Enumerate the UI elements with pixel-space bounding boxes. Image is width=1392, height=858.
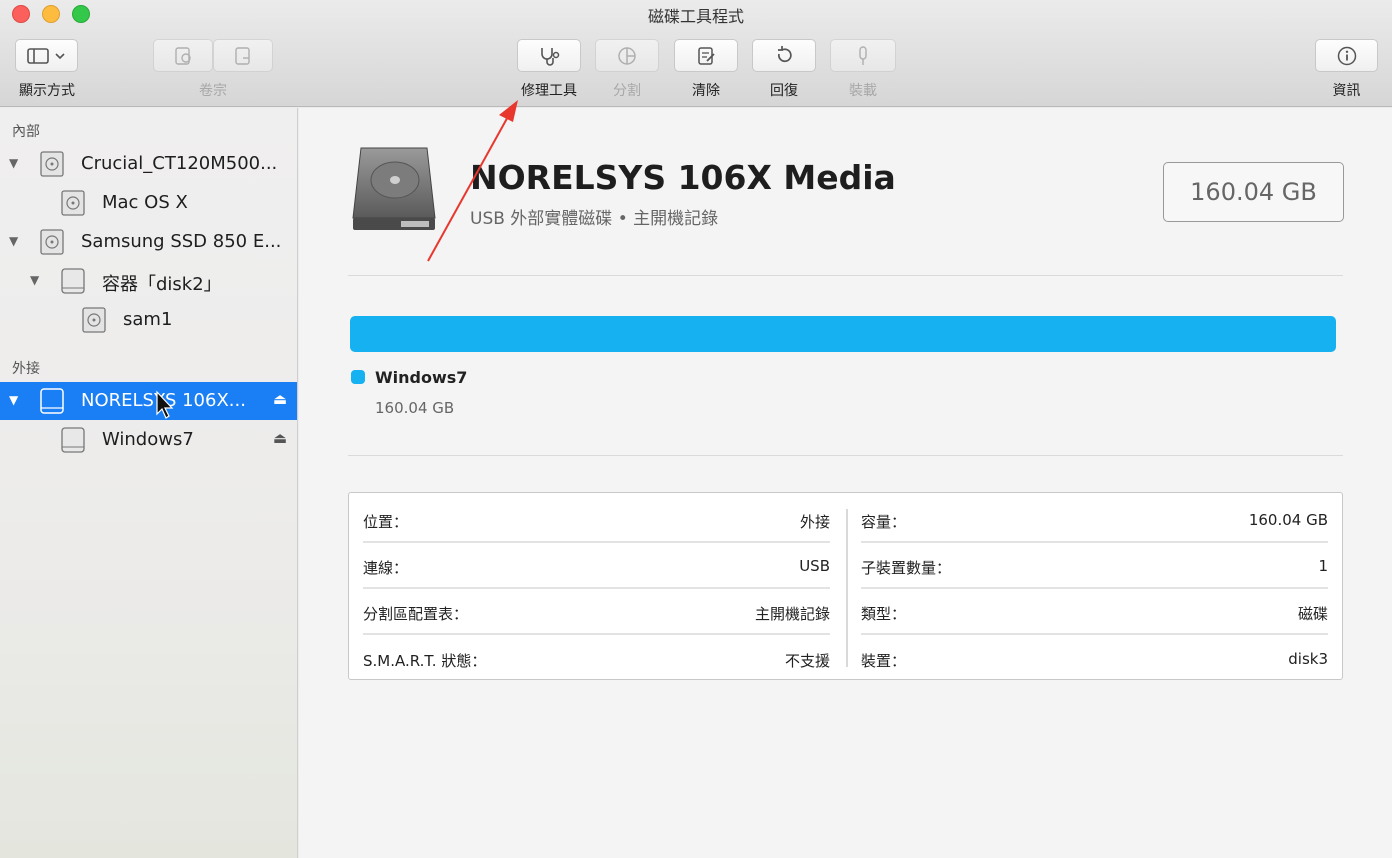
drive-subtitle: USB 外部實體磁碟 • 主開機記錄 xyxy=(470,209,719,229)
erase-icon xyxy=(698,46,715,65)
sidebar-item-label: Crucial_CT120M500... xyxy=(81,153,278,174)
sidebar: 內部 ▼ Crucial_CT120M500... Mac OS X ▼ Sam… xyxy=(0,108,298,858)
internal-disk-icon xyxy=(40,229,64,255)
volume-label: 卷宗 xyxy=(199,83,227,99)
hard-drive-icon xyxy=(352,147,436,230)
info-row-location: 位置： 外接 xyxy=(363,497,830,543)
disclosure-triangle-icon[interactable]: ▼ xyxy=(9,234,18,248)
legend-volume-size: 160.04 GB xyxy=(375,399,455,417)
legend-swatch xyxy=(351,370,365,384)
first-aid-label: 修理工具 xyxy=(521,83,577,99)
divider xyxy=(348,275,1343,276)
info-key: 位置： xyxy=(363,513,409,531)
partition-button[interactable] xyxy=(595,39,659,72)
info-table: 位置： 外接 連線： USB 分割區配置表： 主開機記錄 S.M.A.R.T. … xyxy=(348,492,1343,680)
disclosure-triangle-icon[interactable]: ▼ xyxy=(9,156,18,170)
sidebar-item-label: Mac OS X xyxy=(102,192,188,213)
window-title: 磁碟工具程式 xyxy=(647,7,744,26)
info-key: 類型： xyxy=(861,605,907,623)
info-table-divider xyxy=(846,509,848,667)
info-label: 資訊 xyxy=(1332,83,1361,99)
info-row-capacity: 容量： 160.04 GB xyxy=(861,497,1328,543)
restore-label: 回復 xyxy=(770,83,798,99)
detail-pane: NORELSYS 106X Media USB 外部實體磁碟 • 主開機記錄 1… xyxy=(299,108,1392,858)
volume-icon xyxy=(61,190,85,216)
info-value: 160.04 GB xyxy=(1248,511,1328,529)
section-internal: 內部 xyxy=(12,124,40,140)
info-key: 容量： xyxy=(861,513,907,531)
info-key: S.M.A.R.T. 狀態： xyxy=(363,652,487,670)
info-value: disk3 xyxy=(1288,650,1328,668)
info-key: 裝置： xyxy=(861,652,907,670)
view-button[interactable] xyxy=(15,39,78,72)
info-row-partition-map: 分割區配置表： 主開機記錄 xyxy=(363,589,830,635)
sidebar-item-windows7[interactable]: Windows7 ⏏ xyxy=(0,421,297,459)
mount-icon xyxy=(859,45,867,65)
info-value: 主開機記錄 xyxy=(754,605,830,623)
info-value: 外接 xyxy=(799,513,830,531)
eject-icon[interactable]: ⏏ xyxy=(273,390,287,408)
sidebar-item-crucial[interactable]: ▼ Crucial_CT120M500... xyxy=(0,145,297,183)
sidebar-item-container-disk2[interactable]: ▼ 容器「disk2」 xyxy=(0,262,297,300)
usage-bar xyxy=(350,316,1336,352)
volume-icon xyxy=(82,307,106,333)
sidebar-item-label: 容器「disk2」 xyxy=(102,274,222,295)
sidebar-item-label: Windows7 xyxy=(102,429,194,450)
info-row-child-count: 子裝置數量： 1 xyxy=(861,543,1328,589)
partition-icon xyxy=(618,46,636,65)
stethoscope-icon xyxy=(541,47,560,66)
erase-label: 清除 xyxy=(692,83,720,99)
disclosure-triangle-icon[interactable]: ▼ xyxy=(9,393,18,407)
first-aid-button[interactable] xyxy=(517,39,581,72)
sidebar-item-label: NORELSYS 106X... xyxy=(81,390,246,411)
sidebar-item-norelsys[interactable]: ▼ NORELSYS 106X... ⏏ xyxy=(0,382,297,420)
sidebar-item-label: Samsung SSD 850 E... xyxy=(81,231,282,252)
add-volume-icon xyxy=(175,46,191,65)
info-key: 分割區配置表： xyxy=(363,605,469,623)
legend-volume-name: Windows7 xyxy=(375,368,468,387)
erase-button[interactable] xyxy=(674,39,738,72)
info-button[interactable] xyxy=(1315,39,1378,72)
info-row-connection: 連線： USB xyxy=(363,543,830,589)
disclosure-triangle-icon[interactable]: ▼ xyxy=(30,273,39,287)
remove-volume-icon xyxy=(235,46,250,65)
capacity-box: 160.04 GB xyxy=(1163,162,1344,222)
internal-disk-icon xyxy=(40,151,64,177)
mount-button[interactable] xyxy=(830,39,896,72)
info-row-smart: S.M.A.R.T. 狀態： 不支援 xyxy=(363,636,830,682)
external-volume-icon xyxy=(61,427,85,453)
info-value: 不支援 xyxy=(784,652,830,670)
section-external: 外接 xyxy=(12,361,40,377)
sidebar-item-sam1[interactable]: sam1 xyxy=(0,301,297,339)
info-row-type: 類型： 磁碟 xyxy=(861,589,1328,635)
add-volume-button[interactable] xyxy=(153,39,213,72)
sidebar-toggle-icon xyxy=(26,47,65,64)
view-label: 顯示方式 xyxy=(19,83,75,99)
info-value: 磁碟 xyxy=(1297,605,1328,623)
info-row-device: 裝置： disk3 xyxy=(861,636,1328,682)
info-icon xyxy=(1337,46,1356,65)
eject-icon[interactable]: ⏏ xyxy=(273,429,287,447)
info-value: USB xyxy=(799,557,830,575)
info-value: 1 xyxy=(1318,557,1328,575)
external-disk-icon xyxy=(40,388,64,414)
divider xyxy=(348,455,1343,456)
drive-title: NORELSYS 106X Media xyxy=(470,158,896,197)
window-toolbar: 磁碟工具程式 顯示方式 卷宗 修理工具 分割 清除 回復 裝載 資訊 xyxy=(0,0,1392,107)
sidebar-item-label: sam1 xyxy=(123,309,173,330)
sidebar-item-samsung[interactable]: ▼ Samsung SSD 850 E... xyxy=(0,223,297,261)
container-icon xyxy=(61,268,85,294)
info-key: 連線： xyxy=(363,559,409,577)
remove-volume-button[interactable] xyxy=(213,39,273,72)
restore-icon xyxy=(778,45,792,62)
restore-button[interactable] xyxy=(752,39,816,72)
partition-label: 分割 xyxy=(613,83,641,99)
info-key: 子裝置數量： xyxy=(861,559,952,577)
mount-label: 裝載 xyxy=(849,83,877,99)
sidebar-item-macosx[interactable]: Mac OS X xyxy=(0,184,297,222)
